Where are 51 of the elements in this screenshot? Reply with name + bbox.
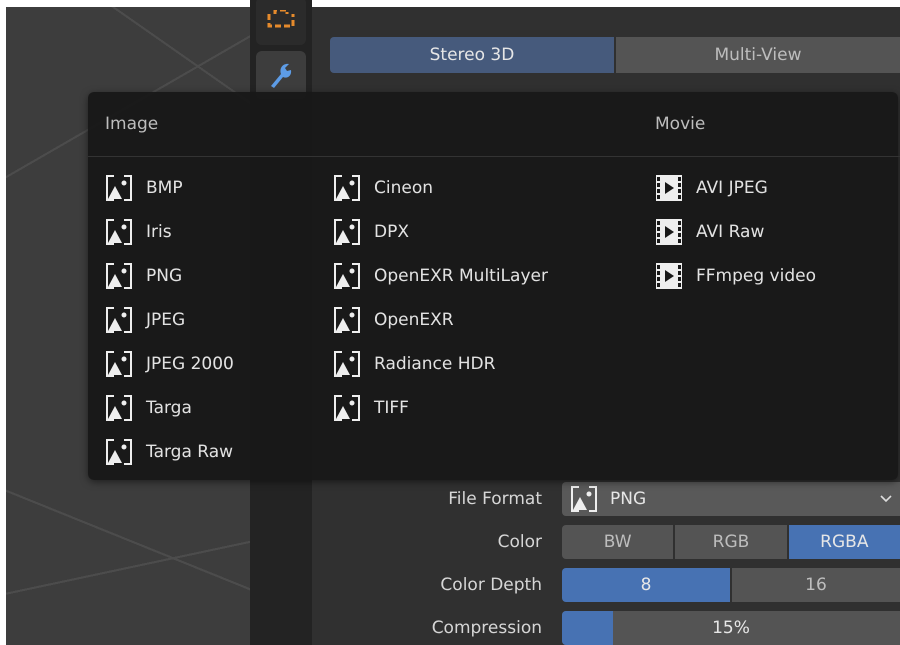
caret-icon [880, 495, 892, 503]
image-icon [333, 262, 361, 290]
field-label: Color Depth [439, 575, 542, 595]
field-label: Compression [430, 618, 542, 638]
view-mode-tab[interactable]: Stereo 3D [330, 37, 614, 73]
image-icon [333, 394, 361, 422]
format-menu-item[interactable]: OpenEXR [333, 298, 633, 342]
image-icon [105, 218, 133, 246]
image-icon [105, 350, 133, 378]
field-label: Color [496, 532, 542, 552]
format-menu-item[interactable]: DPX [333, 210, 633, 254]
format-menu-item[interactable]: FFmpeg video [655, 254, 900, 298]
format-menu-item[interactable]: JPEG [105, 298, 333, 342]
format-menu-item[interactable]: JPEG 2000 [105, 342, 333, 386]
format-menu-item[interactable]: Iris [105, 210, 333, 254]
image-icon [570, 485, 598, 513]
image-icon [333, 218, 361, 246]
image-icon [105, 438, 133, 466]
image-icon [105, 394, 133, 422]
section-heading: Image [105, 114, 158, 134]
image-icon [105, 306, 133, 334]
format-menu-item[interactable]: OpenEXR MultiLayer [333, 254, 633, 298]
format-menu-item[interactable]: Targa Raw [105, 430, 333, 474]
film-icon [655, 218, 683, 246]
slider-value: 15% [712, 618, 750, 638]
properties-tab[interactable] [256, 0, 306, 45]
format-menu-item[interactable]: BMP [105, 166, 333, 210]
option-button[interactable]: BW [562, 525, 674, 559]
format-menu-item[interactable]: Radiance HDR [333, 342, 633, 386]
format-menu-item[interactable]: PNG [105, 254, 333, 298]
film-icon [655, 174, 683, 202]
view-mode-tab[interactable]: Multi-View [616, 37, 900, 73]
format-menu-item[interactable]: TIFF [333, 386, 633, 430]
format-menu-item[interactable]: Cineon [333, 166, 633, 210]
file-format-dropdown[interactable]: PNG [562, 482, 900, 516]
option-button[interactable]: RGB [675, 525, 787, 559]
field-label: File Format [447, 489, 542, 509]
format-menu-item[interactable]: Targa [105, 386, 333, 430]
image-icon [333, 350, 361, 378]
option-button[interactable]: 16 [732, 568, 900, 602]
format-menu-item[interactable]: AVI Raw [655, 210, 900, 254]
image-icon [333, 174, 361, 202]
image-icon [105, 174, 133, 202]
compression-slider[interactable]: 15% [562, 611, 900, 645]
film-icon [655, 262, 683, 290]
section-heading: Movie [655, 114, 706, 134]
format-menu-item[interactable]: AVI JPEG [655, 166, 900, 210]
image-icon [333, 306, 361, 334]
image-icon [105, 262, 133, 290]
option-button[interactable]: 8 [562, 568, 730, 602]
option-button[interactable]: RGBA [788, 525, 900, 559]
